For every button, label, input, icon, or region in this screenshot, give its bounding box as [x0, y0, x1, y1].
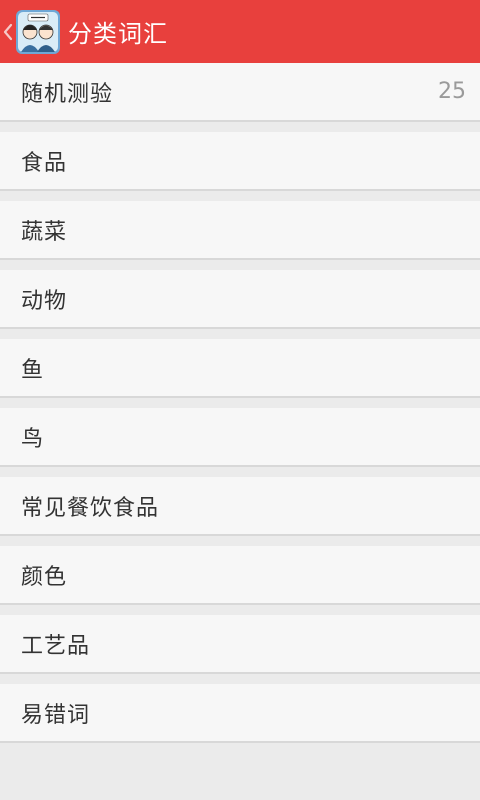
list-divider — [0, 674, 480, 684]
list-divider — [0, 398, 480, 408]
action-bar: 分类词汇 — [0, 0, 480, 63]
list-item-common-dishes[interactable]: 常见餐饮食品 — [0, 477, 480, 536]
list-item-label: 颜色 — [21, 564, 68, 590]
list-item-crafts[interactable]: 工艺品 — [0, 615, 480, 674]
list-item-colors[interactable]: 颜色 — [0, 546, 480, 605]
list-item-label: 常见餐饮食品 — [21, 495, 160, 521]
list-item-animals[interactable]: 动物 — [0, 270, 480, 329]
list-divider — [0, 122, 480, 132]
list-divider — [0, 605, 480, 615]
list-divider — [0, 260, 480, 270]
back-button[interactable] — [0, 0, 60, 63]
list-item-label: 随机测验 — [21, 81, 114, 107]
list-divider — [0, 329, 480, 339]
list-item-fish[interactable]: 鱼 — [0, 339, 480, 398]
category-list: 随机测验 25 食品 蔬菜 动物 鱼 鸟 常见餐饮食品 颜色 工艺品 易错词 — [0, 63, 480, 743]
list-item-label: 动物 — [21, 288, 68, 314]
list-divider — [0, 191, 480, 201]
list-divider — [0, 536, 480, 546]
list-item-random-quiz[interactable]: 随机测验 25 — [0, 63, 480, 122]
list-divider — [0, 467, 480, 477]
page-title: 分类词汇 — [68, 20, 168, 48]
list-item-birds[interactable]: 鸟 — [0, 408, 480, 467]
word-count-badge: 25 — [438, 79, 466, 104]
list-item-confusing-words[interactable]: 易错词 — [0, 684, 480, 743]
list-item-food[interactable]: 食品 — [0, 132, 480, 191]
app-logo-icon — [16, 9, 60, 54]
list-item-label: 易错词 — [21, 702, 91, 728]
list-item-label: 工艺品 — [21, 633, 91, 659]
chevron-left-icon — [3, 23, 13, 40]
list-item-label: 鱼 — [21, 357, 45, 383]
list-item-label: 蔬菜 — [21, 219, 68, 245]
list-item-vegetables[interactable]: 蔬菜 — [0, 201, 480, 260]
list-item-label: 鸟 — [21, 426, 45, 452]
list-item-label: 食品 — [21, 150, 68, 176]
